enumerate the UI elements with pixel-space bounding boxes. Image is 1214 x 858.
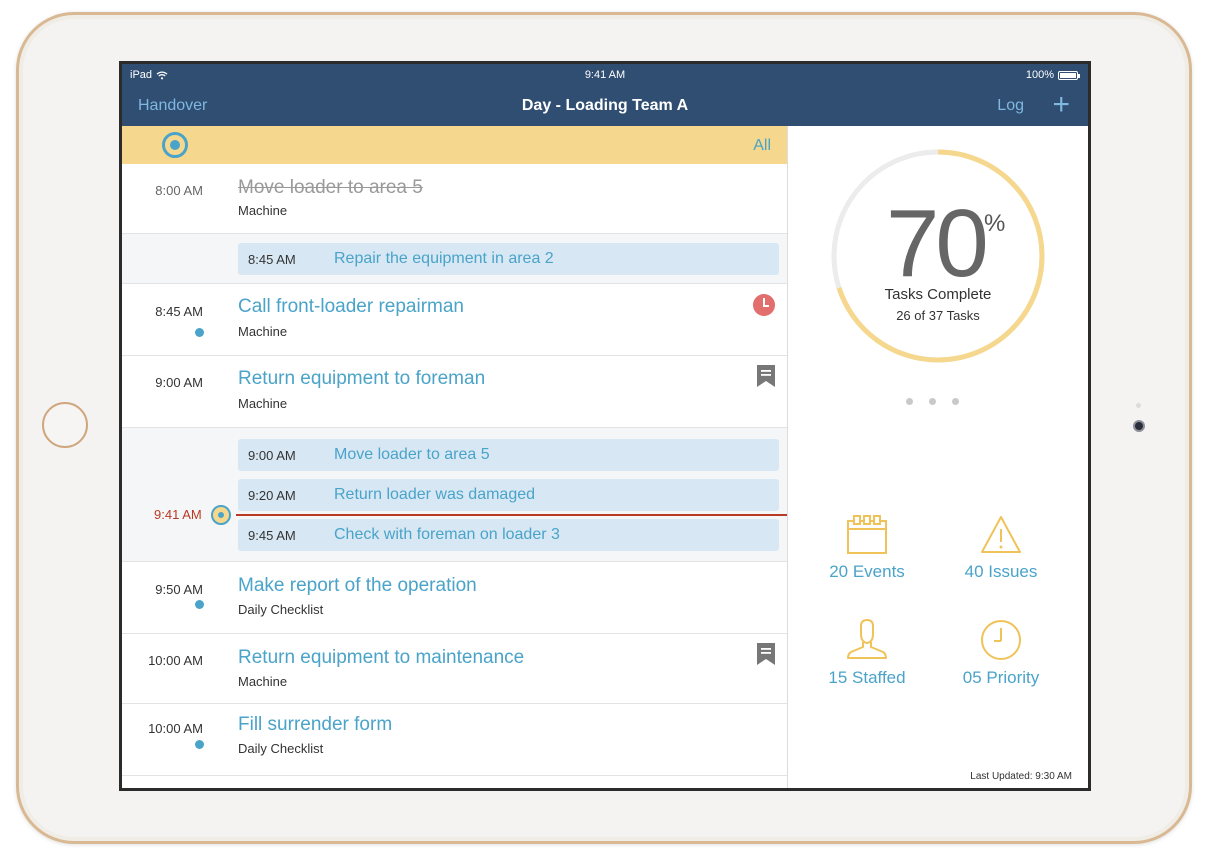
- task-title: Move loader to area 5: [238, 177, 423, 198]
- task-time: 8:00 AM: [155, 183, 203, 198]
- tasks-complete-label: Tasks Complete: [884, 286, 992, 303]
- task-subtitle: Machine: [238, 396, 288, 411]
- subtask-item[interactable]: 9:00 AM Move loader to area 5: [238, 439, 779, 471]
- screen: iPad 9:41 AM 100% Handover Day - Loading…: [119, 61, 1091, 791]
- subtask-title: Check with foreman on loader 3: [334, 526, 560, 543]
- target-icon[interactable]: [162, 132, 188, 158]
- subtask-title: Return loader was damaged: [334, 486, 536, 503]
- subtask-item[interactable]: 8:45 AM Repair the equipment in area 2: [238, 243, 779, 275]
- subtask-group: 9:00 AM Move loader to area 5 9:20 AM Re…: [122, 428, 787, 562]
- calendar-icon: [847, 515, 887, 554]
- subtask-title: Repair the equipment in area 2: [334, 250, 554, 267]
- add-icon[interactable]: +: [1052, 90, 1070, 120]
- task-title: Return equipment to foreman: [238, 368, 486, 389]
- issues-stat[interactable]: 40 Issues: [936, 514, 1066, 582]
- task-time: 9:50 AM: [155, 582, 203, 597]
- page-dot: [906, 398, 913, 405]
- task-title: Return equipment to maintenance: [238, 647, 525, 668]
- task-row[interactable]: 8:00 AM Move loader to area 5 Machine: [122, 164, 787, 234]
- subtask-group: 8:45 AM Repair the equipment in area 2: [122, 234, 787, 284]
- screen-inner: iPad 9:41 AM 100% Handover Day - Loading…: [122, 64, 1088, 788]
- task-subtitle: Machine: [238, 324, 288, 339]
- status-dot: [195, 328, 204, 337]
- status-dot: [195, 600, 204, 609]
- status-bar: iPad 9:41 AM 100%: [122, 64, 1088, 86]
- page-indicator[interactable]: [906, 398, 959, 405]
- filter-all-button[interactable]: All: [753, 137, 771, 155]
- issues-label: 40 Issues: [964, 562, 1038, 581]
- current-time-label: 9:41 AM: [154, 507, 202, 522]
- priority-stat[interactable]: 05 Priority: [936, 618, 1066, 688]
- task-row[interactable]: 10:00 AM Return equipment to maintenance…: [122, 634, 787, 704]
- status-right: 100%: [1025, 69, 1080, 81]
- bookmark-icon[interactable]: [757, 365, 775, 387]
- task-subtitle: Daily Checklist: [238, 602, 324, 617]
- events-label: 20 Events: [829, 562, 905, 581]
- task-time: 9:00 AM: [155, 375, 203, 390]
- task-list-panel: All 8:00 AM Move loader to area 5 Machin…: [122, 126, 788, 788]
- task-row[interactable]: 9:00 AM Return equipment to foreman Mach…: [122, 356, 787, 428]
- battery-icon: [1058, 70, 1080, 80]
- warning-icon: [981, 516, 1021, 553]
- priority-label: 05 Priority: [962, 668, 1040, 687]
- page-title: Day - Loading Team A: [521, 97, 689, 114]
- page-dot: [952, 398, 959, 405]
- home-button[interactable]: [42, 402, 88, 448]
- clock-icon: [981, 620, 1021, 660]
- task-time: 8:45 AM: [155, 304, 203, 319]
- task-row[interactable]: 10:00 AM Fill surrender form Daily Check…: [122, 704, 787, 776]
- camera-dot: [1133, 420, 1145, 432]
- nav-bar: Handover Day - Loading Team A Log +: [122, 86, 1088, 126]
- page-dot: [929, 398, 936, 405]
- task-subtitle: Machine: [238, 674, 288, 689]
- current-time-marker: [211, 505, 231, 525]
- subtask-time: 9:45 AM: [248, 528, 296, 543]
- sensor-dot: [1136, 403, 1141, 408]
- subtask-title: Move loader to area 5: [334, 446, 490, 463]
- percent-sign: %: [984, 210, 1006, 237]
- percent-value: 70: [886, 190, 989, 297]
- events-stat[interactable]: 20 Events: [802, 514, 932, 582]
- task-row[interactable]: 9:50 AM Make report of the operation Dai…: [122, 562, 787, 634]
- battery-percent: 100%: [1025, 69, 1054, 81]
- current-time-line: [236, 514, 787, 516]
- task-title: Call front-loader repairman: [238, 296, 464, 317]
- task-subtitle: Machine: [238, 203, 288, 218]
- subtask-item[interactable]: 9:20 AM Return loader was damaged: [238, 479, 779, 511]
- alarm-icon[interactable]: [753, 294, 775, 316]
- subtask-time: 8:45 AM: [248, 252, 296, 267]
- staffed-label: 15 Staffed: [828, 668, 906, 687]
- stats-panel: 70 % Tasks Complete 26 of 37 Tasks 20 Ev…: [788, 126, 1088, 788]
- subtask-time: 9:00 AM: [248, 448, 296, 463]
- status-dot: [195, 740, 204, 749]
- task-row[interactable]: 8:45 AM Call front-loader repairman Mach…: [122, 284, 787, 356]
- tasks-count: 26 of 37 Tasks: [896, 308, 980, 323]
- task-title: Make report of the operation: [238, 575, 477, 596]
- person-icon: [847, 618, 887, 659]
- last-updated: Last Updated: 9:30 AM: [970, 771, 1072, 782]
- bookmark-icon[interactable]: [757, 643, 775, 665]
- task-title: Fill surrender form: [238, 714, 393, 735]
- staffed-stat[interactable]: 15 Staffed: [802, 618, 932, 688]
- log-button[interactable]: Log: [997, 97, 1024, 115]
- task-subtitle: Daily Checklist: [238, 741, 324, 756]
- subtask-time: 9:20 AM: [248, 488, 296, 503]
- filter-bar: All: [122, 126, 787, 164]
- task-time: 10:00 AM: [148, 721, 203, 736]
- task-time: 10:00 AM: [148, 653, 203, 668]
- subtask-item[interactable]: 9:45 AM Check with foreman on loader 3: [238, 519, 779, 551]
- status-time: 9:41 AM: [584, 69, 626, 81]
